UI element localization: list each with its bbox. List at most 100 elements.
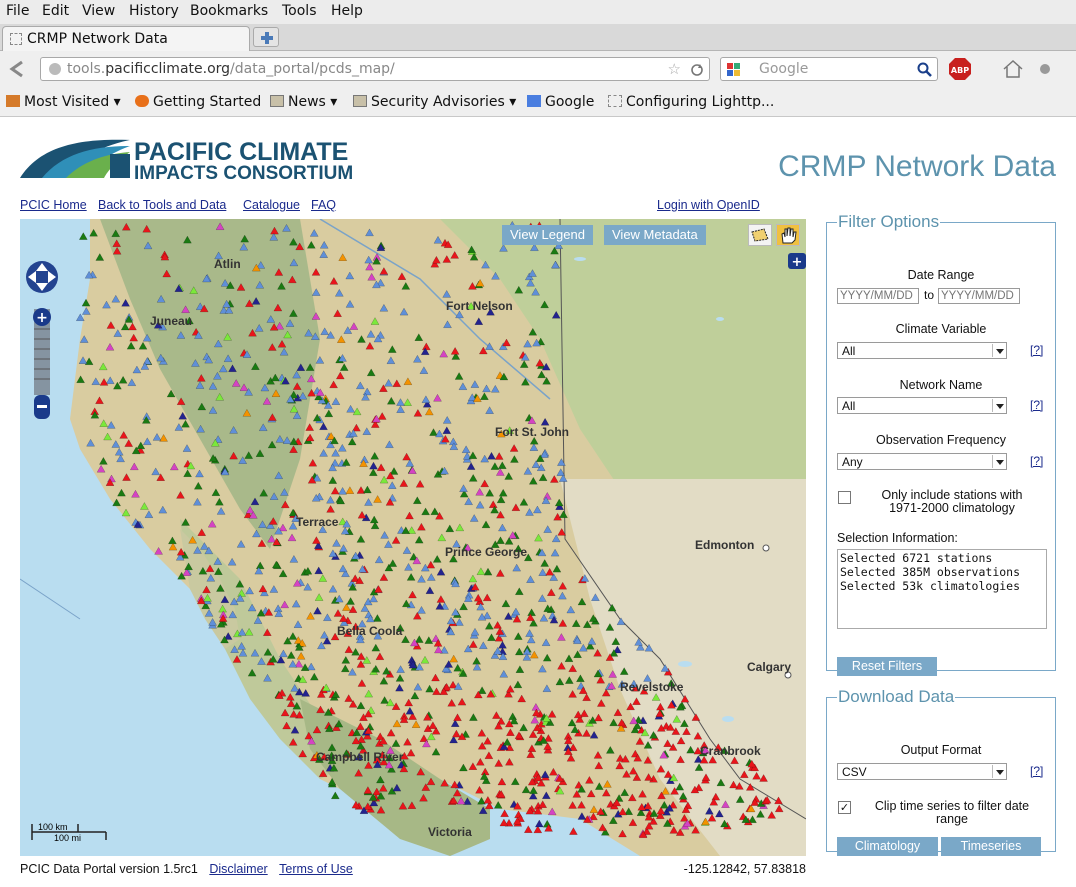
menu-bookmarks[interactable]: Bookmarks (190, 3, 268, 19)
home-icon[interactable] (1002, 59, 1024, 79)
adblock-icon[interactable]: ABP (948, 57, 972, 81)
timeseries-button[interactable]: Timeseries (941, 837, 1041, 856)
bookmark-configuring-lighttpd[interactable]: Configuring Lighttp... (608, 94, 774, 110)
new-tab-button[interactable] (253, 27, 279, 47)
nav-back-to-tools[interactable]: Back to Tools and Data (98, 198, 226, 212)
nav-catalogue[interactable]: Catalogue (243, 198, 300, 212)
star-icon[interactable]: ☆ (668, 60, 681, 78)
login-openid-link[interactable]: Login with OpenID (657, 198, 760, 212)
chevron-down-icon (992, 455, 1005, 468)
bookmark-getting-started[interactable]: Getting Started (135, 94, 261, 110)
date-to-label: to (924, 288, 935, 302)
polygon-draw-icon (751, 228, 769, 242)
chevron-down-icon (992, 344, 1005, 357)
place-atlin: Atlin (214, 257, 241, 271)
observation-frequency-help-link[interactable]: [?] (1030, 454, 1043, 468)
reload-icon[interactable] (689, 62, 705, 78)
date-to-input[interactable] (938, 288, 1020, 304)
observation-frequency-select[interactable]: Any (837, 453, 1007, 470)
place-prince-george: Prince George (445, 545, 527, 559)
only-include-checkbox[interactable] (838, 491, 851, 504)
climate-variable-select[interactable]: All (837, 342, 1007, 359)
nav-faq[interactable]: FAQ (311, 198, 336, 212)
browser-tab[interactable]: CRMP Network Data (2, 26, 250, 52)
selection-info-textarea[interactable]: Selected 6721 stations Selected 385M obs… (837, 549, 1047, 629)
polygon-select-tool[interactable] (748, 224, 772, 246)
chevron-down-icon (992, 765, 1005, 778)
menu-history[interactable]: History (129, 3, 179, 19)
bookmarks-toolbar: Most Visited ▾ Getting Started News ▾ Se… (0, 87, 1076, 117)
reset-filters-button[interactable]: Reset Filters (837, 657, 937, 676)
disclaimer-link[interactable]: Disclaimer (209, 862, 267, 876)
version-text: PCIC Data Portal version 1.5rc1 (20, 862, 198, 876)
mouse-coordinates: -125.12842, 57.83818 (683, 862, 806, 876)
menu-help[interactable]: Help (331, 3, 363, 19)
date-range-label: Date Range (907, 268, 975, 282)
search-icon[interactable] (917, 62, 933, 78)
climatology-button[interactable]: Climatology (837, 837, 938, 856)
folder-icon (270, 95, 284, 107)
bookmark-google[interactable]: Google (527, 94, 594, 110)
observation-frequency-label: Observation Frequency (876, 433, 1006, 447)
date-from-input[interactable] (837, 288, 919, 304)
tab-title: CRMP Network Data (27, 31, 168, 47)
pan-tool[interactable] (776, 224, 800, 246)
menu-edit[interactable]: Edit (42, 3, 69, 19)
firefox-icon (135, 95, 149, 107)
zoom-control[interactable]: + (33, 308, 51, 419)
bookmark-most-visited[interactable]: Most Visited ▾ (6, 94, 121, 110)
plus-icon (261, 32, 273, 44)
pan-control[interactable] (26, 261, 58, 293)
download-data-panel: Download Data Output Format CSV [?] ✓ Cl… (826, 687, 1056, 856)
bookmark-security-advisories[interactable]: Security Advisories ▾ (353, 94, 516, 110)
pcic-logo[interactable]: PACIFIC CLIMATE IMPACTS CONSORTIUM (20, 136, 372, 186)
station-marker[interactable] (330, 791, 340, 800)
scale-km: 100 km (38, 822, 68, 832)
menu-file[interactable]: File (6, 3, 29, 19)
svg-text:IMPACTS CONSORTIUM: IMPACTS CONSORTIUM (134, 163, 353, 182)
network-name-label: Network Name (899, 378, 983, 392)
google-engine-icon[interactable] (726, 62, 742, 78)
station-marker[interactable] (542, 819, 552, 828)
extension-icon[interactable] (1036, 60, 1058, 78)
network-name-select[interactable]: All (837, 397, 1007, 414)
output-format-select[interactable]: CSV (837, 763, 1007, 780)
search-box[interactable]: Google (720, 57, 938, 81)
svg-text:+: + (792, 255, 803, 270)
svg-text:+: + (36, 310, 48, 326)
map-canvas[interactable]: Atlin Juneau Fort Nelson Fort St. John T… (20, 219, 806, 856)
address-bar[interactable]: tools.pacificclimate.org/data_portal/pcd… (40, 57, 710, 81)
place-revelstoke: Revelstoke (620, 680, 684, 694)
bookmark-news[interactable]: News ▾ (270, 94, 337, 110)
place-terrace: Terrace (296, 515, 339, 529)
station-marker[interactable] (500, 809, 510, 818)
back-arrow-icon[interactable] (6, 59, 32, 79)
search-input[interactable]: Google (759, 61, 808, 77)
svg-text:PACIFIC CLIMATE: PACIFIC CLIMATE (134, 138, 348, 166)
place-fort-nelson: Fort Nelson (446, 299, 513, 313)
page-icon (10, 33, 22, 45)
place-victoria: Victoria (428, 825, 472, 839)
climate-variable-help-link[interactable]: [?] (1030, 343, 1043, 357)
station-marker[interactable] (534, 819, 544, 828)
folder-icon (353, 95, 367, 107)
place-juneau: Juneau (150, 314, 192, 328)
clip-time-series-checkbox[interactable]: ✓ (838, 801, 851, 814)
network-name-help-link[interactable]: [?] (1030, 398, 1043, 412)
station-map[interactable]: Atlin Juneau Fort Nelson Fort St. John T… (20, 219, 806, 856)
output-format-help-link[interactable]: [?] (1030, 764, 1043, 778)
svg-text:ABP: ABP (951, 66, 969, 75)
terms-of-use-link[interactable]: Terms of Use (279, 862, 353, 876)
nav-pcic-home[interactable]: PCIC Home (20, 198, 87, 212)
google-icon (527, 95, 541, 107)
station-marker[interactable] (523, 825, 533, 833)
menu-tools[interactable]: Tools (282, 3, 317, 19)
menu-view[interactable]: View (82, 3, 115, 19)
view-metadata-button[interactable]: View Metadata (604, 225, 706, 245)
hand-icon (781, 227, 797, 244)
view-legend-button[interactable]: View Legend (502, 225, 593, 245)
station-marker[interactable] (568, 827, 578, 835)
station-marker[interactable] (499, 818, 509, 827)
climate-variable-label: Climate Variable (895, 322, 987, 336)
layer-switcher-icon[interactable]: + (788, 253, 806, 270)
